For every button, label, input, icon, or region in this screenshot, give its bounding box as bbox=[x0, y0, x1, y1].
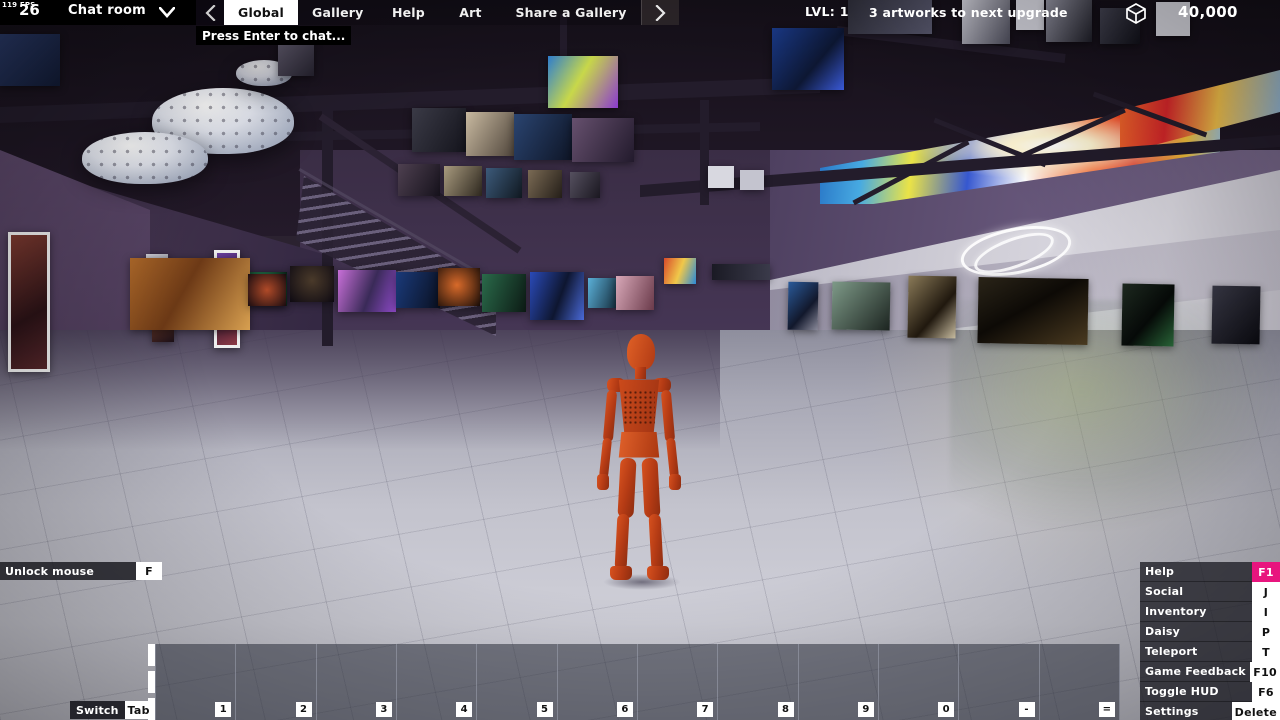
menu-item-key: P bbox=[1252, 622, 1280, 642]
hotbar-slot[interactable]: 6 bbox=[557, 644, 638, 720]
menu-item-key: T bbox=[1252, 642, 1280, 662]
hotbar-slot[interactable]: 4 bbox=[396, 644, 478, 720]
menu-item-label: Help bbox=[1140, 562, 1252, 582]
menu-item-inventory[interactable]: Inventory I bbox=[1140, 602, 1280, 622]
upgrade-progress-text: 3 artworks to next upgrade bbox=[869, 5, 1068, 20]
hotbar-slot-key: 5 bbox=[536, 702, 553, 717]
menu-item-label: Daisy bbox=[1140, 622, 1252, 642]
menu-item-key: F6 bbox=[1252, 682, 1280, 702]
switch-hotbar-label: Switch bbox=[70, 701, 125, 719]
chevron-down-icon[interactable] bbox=[158, 5, 176, 19]
game-screen: 119 FPS 26 Chat room Global Gallery Help… bbox=[0, 0, 1280, 720]
tab-help[interactable]: Help bbox=[377, 0, 440, 25]
menu-item-key: F10 bbox=[1250, 662, 1280, 682]
hotbar-slot-key: 2 bbox=[295, 702, 312, 717]
tab-gallery[interactable]: Gallery bbox=[298, 0, 378, 25]
hotbar-slot[interactable]: 7 bbox=[637, 644, 719, 720]
chat-tab-bar: Global Gallery Help Art Share a Gallery bbox=[196, 0, 679, 25]
hotbar-slot[interactable]: 8 bbox=[718, 644, 799, 720]
menu-item-social[interactable]: Social J bbox=[1140, 582, 1280, 602]
hotbar-slot[interactable]: - bbox=[959, 644, 1040, 720]
ping-counter: 26 bbox=[19, 1, 40, 19]
menu-item-daisy[interactable]: Daisy P bbox=[1140, 622, 1280, 642]
hotbar-slot-key: 4 bbox=[456, 702, 473, 717]
hotbar-slot-key: = bbox=[1098, 702, 1115, 717]
menu-item-help[interactable]: Help F1 bbox=[1140, 562, 1280, 582]
unlock-mouse-row[interactable]: Unlock mouse F bbox=[0, 562, 162, 580]
hotbar[interactable]: 1 2 3 4 5 6 7 8 9 0 - = bbox=[155, 644, 1120, 720]
hotbar-slot[interactable]: = bbox=[1039, 644, 1120, 720]
hotbar-slot[interactable]: 5 bbox=[477, 644, 558, 720]
menu-item-toggle-hud[interactable]: Toggle HUD F6 bbox=[1140, 682, 1280, 702]
menu-item-label: Toggle HUD bbox=[1140, 682, 1252, 702]
hotbar-slot-key: 8 bbox=[777, 702, 794, 717]
switch-hotbar-row[interactable]: Switch Tab bbox=[70, 701, 153, 719]
menu-item-label: Settings bbox=[1140, 702, 1232, 720]
hotbar-page-segment bbox=[148, 671, 155, 693]
menu-item-key: F1 bbox=[1252, 562, 1280, 582]
tab-share-a-gallery[interactable]: Share a Gallery bbox=[501, 0, 641, 25]
tab-global[interactable]: Global bbox=[224, 0, 298, 25]
chat-room-label[interactable]: Chat room bbox=[68, 3, 146, 18]
menu-item-key: Delete bbox=[1231, 702, 1280, 720]
menu-item-label: Inventory bbox=[1140, 602, 1252, 622]
unlock-mouse-label: Unlock mouse bbox=[0, 562, 136, 580]
menu-item-key: J bbox=[1252, 582, 1280, 602]
menu-item-key: I bbox=[1252, 602, 1280, 622]
switch-hotbar-key: Tab bbox=[124, 701, 153, 719]
menu-item-game-feedback[interactable]: Game Feedback F10 bbox=[1140, 662, 1280, 682]
chevron-right-icon[interactable] bbox=[640, 0, 679, 25]
menu-item-teleport[interactable]: Teleport T bbox=[1140, 642, 1280, 662]
hotbar-slot-key: 3 bbox=[375, 702, 392, 717]
hotbar-slot[interactable]: 2 bbox=[236, 644, 317, 720]
quick-menu: Help F1 Social J Inventory I Daisy P Tel… bbox=[1140, 562, 1280, 720]
cube-icon[interactable] bbox=[1124, 2, 1148, 24]
hotbar-page-segment bbox=[148, 644, 155, 666]
hotbar-slot-key: 9 bbox=[857, 702, 874, 717]
hotbar-slot-key: 6 bbox=[616, 702, 633, 717]
chevron-left-icon[interactable] bbox=[196, 0, 224, 25]
hotbar-slot[interactable]: 3 bbox=[316, 644, 397, 720]
menu-item-label: Teleport bbox=[1140, 642, 1252, 662]
tab-art[interactable]: Art bbox=[439, 0, 502, 25]
hotbar-slot[interactable]: 1 bbox=[155, 644, 237, 720]
hotbar-slot-key: - bbox=[1018, 702, 1035, 717]
hotbar-slot[interactable]: 9 bbox=[798, 644, 879, 720]
menu-item-label: Game Feedback bbox=[1140, 662, 1251, 682]
hud-overlay: 119 FPS 26 Chat room Global Gallery Help… bbox=[0, 0, 1280, 720]
currency-amount: 40,000 bbox=[1178, 3, 1238, 21]
menu-item-label: Social bbox=[1140, 582, 1252, 602]
hotbar-slot-key: 7 bbox=[697, 702, 714, 717]
hotbar-slot-key: 1 bbox=[215, 702, 232, 717]
hotbar-slot-key: 0 bbox=[938, 702, 955, 717]
level-indicator: LVL: 1 bbox=[805, 4, 849, 19]
unlock-mouse-key: F bbox=[136, 562, 162, 580]
hotbar-slot[interactable]: 0 bbox=[878, 644, 960, 720]
chat-hint: Press Enter to chat... bbox=[196, 26, 352, 45]
menu-item-settings[interactable]: Settings Delete bbox=[1140, 702, 1280, 720]
